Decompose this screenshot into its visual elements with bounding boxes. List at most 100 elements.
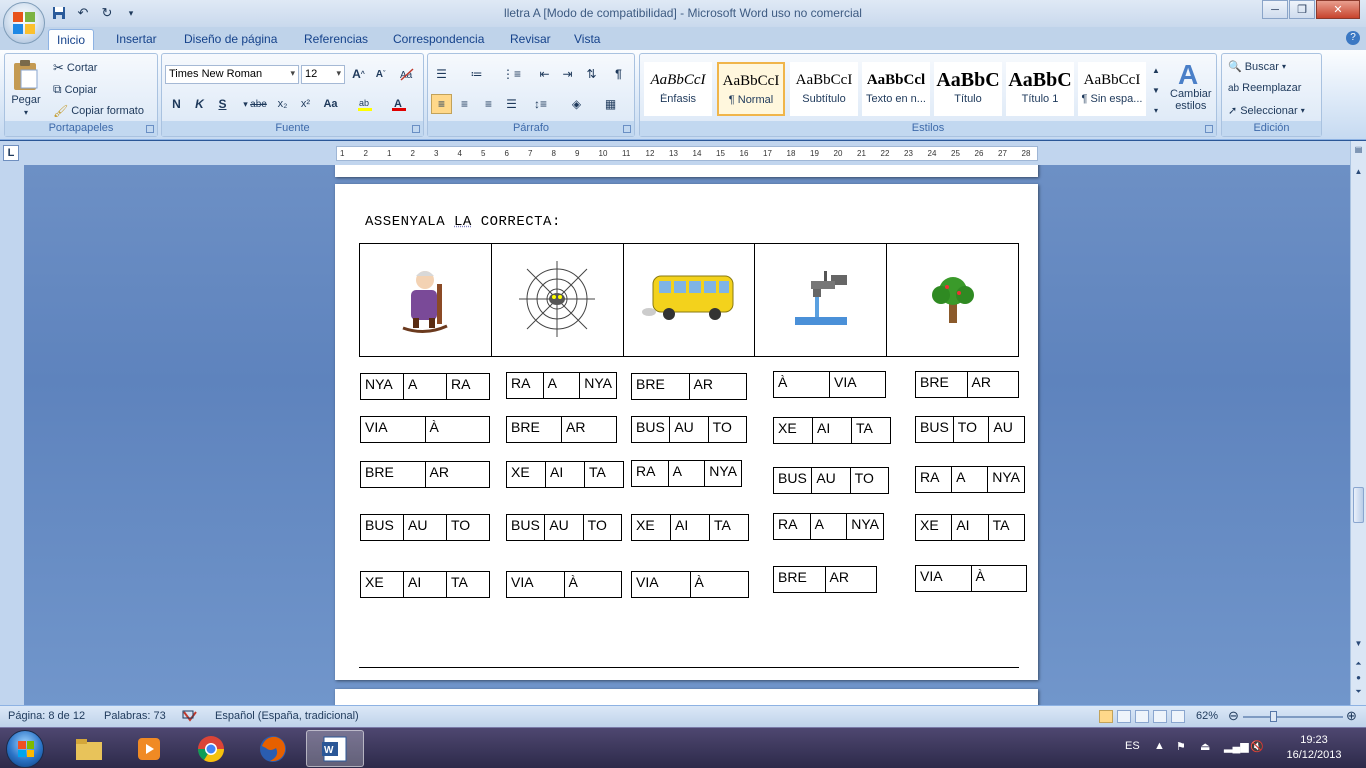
word-count[interactable]: Palabras: 73 (104, 710, 166, 722)
strikethrough-button[interactable]: abe (248, 94, 269, 114)
style-normal[interactable]: AaBbCcI ¶ Normal (717, 62, 785, 116)
word-option-box[interactable]: BRE AR (506, 416, 617, 443)
word-option-box[interactable]: VIA À (915, 565, 1027, 592)
zoom-out-icon[interactable]: ⊖ (1228, 708, 1239, 724)
word-option-box[interactable]: BRE AR (360, 461, 490, 488)
next-page-icon[interactable]: ⏷ (1353, 687, 1364, 699)
prev-page-icon[interactable]: ⏶ (1353, 659, 1364, 671)
word-option-box[interactable]: XE AI TA (360, 571, 490, 598)
word-option-box[interactable]: BRE AR (773, 566, 877, 593)
align-center-icon[interactable]: ≡ (454, 94, 475, 114)
word-option-box[interactable]: VIA À (631, 571, 749, 598)
align-left-icon[interactable]: ≡ (431, 94, 452, 114)
network-signal-icon[interactable]: ▂▄▆ (1224, 740, 1249, 753)
word-option-box[interactable]: BUS AU TO (631, 416, 747, 443)
change-styles-button[interactable]: A Cambiar estilos (1170, 58, 1212, 112)
word-option-box[interactable]: VIA À (506, 571, 622, 598)
multilevel-list-icon[interactable]: ⋮≡ (501, 64, 522, 84)
tab-insertar[interactable]: Insertar (108, 29, 165, 50)
print-layout-view-icon[interactable] (1099, 710, 1113, 723)
zoom-in-icon[interactable]: ⊕ (1346, 708, 1357, 724)
line-spacing-icon[interactable]: ↕≡ (530, 94, 551, 114)
word-option-box[interactable]: BUS AU TO (506, 514, 622, 541)
cut-button[interactable]: ✂ Cortar (53, 60, 97, 76)
bold-button[interactable]: N (166, 94, 187, 114)
page-count[interactable]: Página: 8 de 12 (8, 710, 85, 722)
style-sin-espaciado[interactable]: AaBbCcI ¶ Sin espa... (1078, 62, 1146, 116)
replace-button[interactable]: ab Reemplazar (1228, 82, 1301, 94)
proofing-icon[interactable] (182, 710, 198, 725)
tab-revisar[interactable]: Revisar (502, 29, 559, 50)
font-name-combo[interactable]: Times New Roman (165, 65, 299, 84)
numbering-icon[interactable]: ≔ (466, 64, 487, 84)
action-center-flag-icon[interactable]: ⚑ (1176, 740, 1186, 753)
font-color-icon[interactable]: A (388, 94, 409, 114)
show-hidden-icons-icon[interactable]: ▲ (1154, 740, 1165, 752)
tab-referencias[interactable]: Referencias (296, 29, 376, 50)
bullets-icon[interactable]: ☰ (431, 64, 452, 84)
start-button[interactable] (6, 730, 44, 768)
clipboard-launcher-icon[interactable] (146, 125, 154, 133)
word-taskbar-button[interactable]: W (306, 730, 364, 767)
decrease-indent-icon[interactable]: ⇤ (534, 64, 555, 84)
word-option-box[interactable]: XE AI TA (915, 514, 1025, 541)
style-titulo-1[interactable]: AaBbC Título 1 (1006, 62, 1074, 116)
ruler-toggle-icon[interactable]: ▤ (1353, 145, 1364, 157)
chrome-taskbar-button[interactable] (182, 730, 240, 767)
word-option-box[interactable]: À VIA (773, 371, 886, 398)
underline-button[interactable]: S (212, 94, 233, 114)
subscript-button[interactable]: x₂ (272, 94, 293, 114)
zoom-level[interactable]: 62% (1196, 710, 1218, 722)
zoom-slider-thumb[interactable] (1270, 711, 1277, 722)
word-option-box[interactable]: BRE AR (631, 373, 747, 400)
tab-correspondencia[interactable]: Correspondencia (385, 29, 492, 50)
word-option-box[interactable]: RA A NYA (631, 460, 742, 487)
styles-more-icon[interactable]: ▾ (1149, 100, 1163, 120)
clear-format-icon[interactable]: Aa (396, 64, 417, 84)
close-button[interactable]: ✕ (1316, 0, 1360, 19)
document-area[interactable]: ASSENYALA LA CORRECTA: NYA A RA RA A NYA… (24, 165, 1350, 705)
word-option-box[interactable]: RA A NYA (506, 372, 617, 399)
word-option-box[interactable]: BUS AU TO (360, 514, 490, 541)
tab-inicio[interactable]: Inicio (48, 29, 95, 50)
shrink-font-button[interactable]: Aˇ (370, 64, 391, 84)
tab-vista[interactable]: Vista (566, 29, 608, 50)
italic-button[interactable]: K (189, 94, 210, 114)
browse-object-icon[interactable]: ● (1353, 673, 1364, 685)
align-right-icon[interactable]: ≡ (478, 94, 499, 114)
full-screen-reading-view-icon[interactable] (1117, 710, 1131, 723)
help-icon[interactable]: ? (1346, 31, 1360, 45)
superscript-button[interactable]: x² (295, 94, 316, 114)
highlight-color-icon[interactable]: ab (354, 94, 375, 114)
styles-scroll-down-icon[interactable]: ▼ (1149, 80, 1163, 100)
paste-button[interactable]: Pegar ▾ (11, 58, 41, 117)
taskbar-clock[interactable]: 19:23 16/12/2013 (1282, 733, 1346, 763)
style-titulo[interactable]: AaBbC Título (934, 62, 1002, 116)
format-painter-button[interactable]: 🖌 Copiar formato (53, 104, 144, 118)
word-option-box[interactable]: VIA À (360, 416, 490, 443)
styles-launcher-icon[interactable] (1205, 125, 1213, 133)
style-enfasis[interactable]: AaBbCcI Énfasis (644, 62, 712, 116)
font-size-combo[interactable]: 12 (301, 65, 345, 84)
style-subtitulo[interactable]: AaBbCcI Subtítulo (790, 62, 858, 116)
word-option-box[interactable]: XE AI TA (773, 417, 891, 444)
find-button[interactable]: 🔍 Buscar ▾ (1228, 60, 1286, 74)
word-option-box[interactable]: XE AI TA (506, 461, 624, 488)
outline-view-icon[interactable] (1153, 710, 1167, 723)
vertical-scrollbar[interactable]: ▤ ▲ ▼ ⏶ ● ⏷ (1350, 141, 1366, 705)
tab-diseno-pagina[interactable]: Diseño de página (176, 29, 285, 50)
styles-scroll-up-icon[interactable]: ▲ (1149, 60, 1163, 80)
scroll-down-icon[interactable]: ▼ (1353, 639, 1364, 651)
word-option-box[interactable]: RA A NYA (915, 466, 1025, 493)
word-option-box[interactable]: BUS TO AU (915, 416, 1025, 443)
justify-icon[interactable]: ☰ (501, 94, 522, 114)
word-option-box[interactable]: XE AI TA (631, 514, 749, 541)
shading-icon[interactable]: ◈ (566, 94, 587, 114)
borders-icon[interactable]: ▦ (600, 94, 621, 114)
scroll-up-icon[interactable]: ▲ (1353, 167, 1364, 179)
media-player-taskbar-button[interactable] (120, 730, 178, 767)
font-launcher-icon[interactable] (412, 125, 420, 133)
firefox-taskbar-button[interactable] (244, 730, 302, 767)
grow-font-button[interactable]: A ^ (348, 64, 369, 84)
change-case-button[interactable]: Aa (320, 94, 341, 114)
